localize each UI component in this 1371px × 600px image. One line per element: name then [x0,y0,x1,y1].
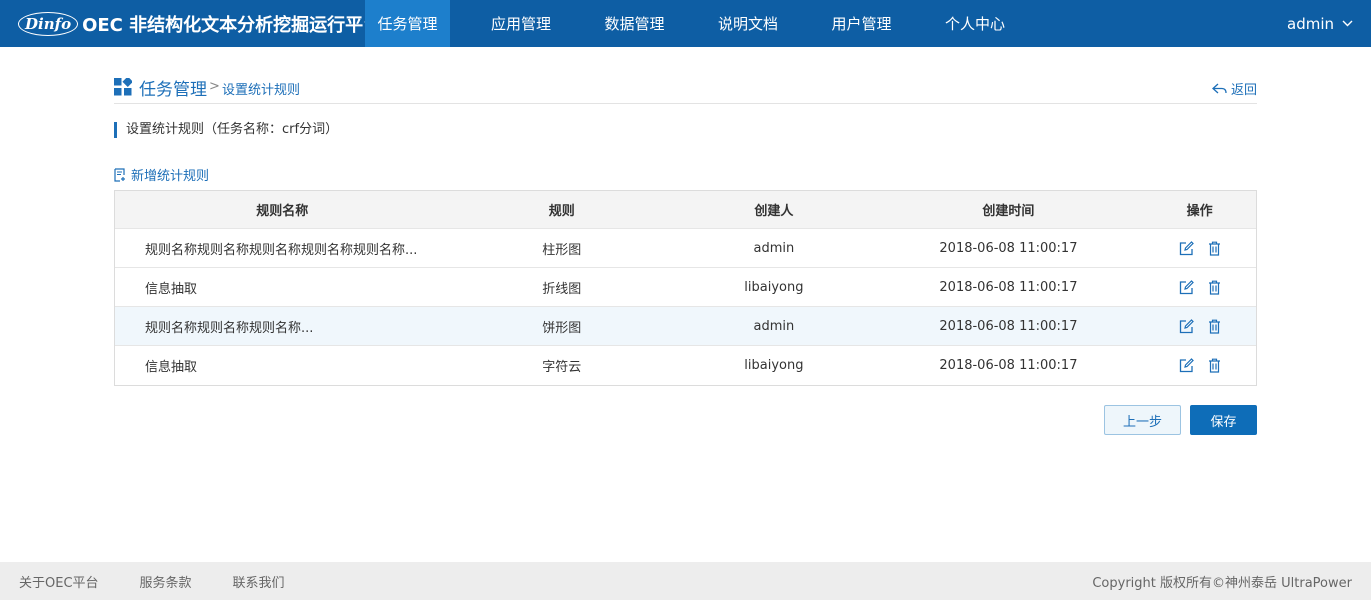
dinfo-logo: Dinfo [18,12,79,36]
cell-rule-name: 信息抽取 [145,360,198,375]
username: admin [1287,14,1334,33]
rules-table: 规则名称 规则 创建人 创建时间 操作 规则名称规则名称规则名称规则名称规则名称… [114,190,1257,386]
back-label: 返回 [1230,83,1257,98]
page-footer: 关于OEC平台 服务条款 联系我们 Copyright 版权所有©神州泰岳 Ul… [0,562,1371,600]
cell-actions [1143,240,1256,256]
edit-icon[interactable] [1179,358,1194,373]
cell-rule-type: 折线图 [542,281,582,297]
col-header-rule: 规则 [548,204,575,219]
top-header: Dinfo OEC 非结构化文本分析挖掘运行平台 任务管理 应用管理 数据管理 … [0,0,1371,47]
col-header-creator: 创建人 [754,204,794,219]
trash-icon[interactable] [1208,241,1221,256]
nav-item-task-management[interactable]: 任务管理 [365,0,450,47]
trash-icon[interactable] [1208,280,1221,295]
nav-item-docs[interactable]: 说明文档 [706,0,791,47]
trash-icon[interactable] [1208,358,1221,373]
edit-icon[interactable] [1179,279,1194,295]
app-title: OEC 非结构化文本分析挖掘运行平台 [82,15,382,36]
copyright-text: Copyright 版权所有©神州泰岳 UltraPower [1092,575,1352,591]
cell-creator: admin [753,240,795,256]
trash-icon[interactable] [1208,319,1221,334]
page-title-row: 任务管理 > 设置统计规则 返回 [114,74,1257,104]
cell-rule-type: 饼形图 [542,320,582,336]
table-row: 信息抽取 折线图 libaiyong 2018-06-08 11:00:17 [115,268,1256,307]
table-header: 规则名称 规则 创建人 创建时间 操作 [115,191,1256,229]
main-nav: 任务管理 应用管理 数据管理 说明文档 用户管理 个人中心 [365,0,1046,47]
brand[interactable]: Dinfo OEC 非结构化文本分析挖掘运行平台 [18,8,381,40]
add-rule-button[interactable]: 新增统计规则 [114,165,209,184]
cell-actions [1143,358,1256,373]
edit-icon[interactable] [1179,318,1194,334]
col-header-time: 创建时间 [982,204,1035,219]
user-menu[interactable]: admin [1287,0,1353,47]
table-row: 规则名称规则名称规则名称规则名称规则名称... 柱形图 admin 2018-0… [115,229,1256,268]
add-document-icon [114,167,125,182]
add-rule-label: 新增统计规则 [131,169,210,184]
nav-item-personal-center[interactable]: 个人中心 [933,0,1018,47]
footer-links: 关于OEC平台 服务条款 联系我们 [19,562,326,600]
prev-step-button[interactable]: 上一步 [1104,405,1181,435]
col-header-name: 规则名称 [256,204,309,219]
cell-actions [1143,318,1256,334]
breadcrumb-separator: > [209,79,220,94]
cell-rule-name: 信息抽取 [145,281,198,297]
table-row: 信息抽取 字符云 libaiyong 2018-06-08 11:00:17 [115,346,1256,385]
table-row: 规则名称规则名称规则名称... 饼形图 admin 2018-06-08 11:… [115,307,1256,346]
section-title: 设置统计规则（任务名称：crf分词） [114,122,338,138]
cell-created-time: 2018-06-08 11:00:17 [939,358,1078,373]
cell-actions [1143,279,1256,295]
cell-creator: libaiyong [744,358,804,373]
cell-created-time: 2018-06-08 11:00:17 [939,279,1078,295]
nav-item-data-management[interactable]: 数据管理 [592,0,677,47]
col-header-actions: 操作 [1186,204,1213,219]
cell-rule-name: 规则名称规则名称规则名称... [145,320,314,336]
nav-item-user-management[interactable]: 用户管理 [819,0,904,47]
breadcrumb-main[interactable]: 任务管理 [139,75,207,100]
cell-created-time: 2018-06-08 11:00:17 [939,318,1078,334]
cell-rule-name: 规则名称规则名称规则名称规则名称规则名称... [145,242,418,258]
footer-link-contact[interactable]: 联系我们 [233,572,285,591]
cell-rule-type: 字符云 [542,360,582,375]
footer-link-terms[interactable]: 服务条款 [140,572,192,591]
save-button[interactable]: 保存 [1190,405,1257,435]
footer-link-about[interactable]: 关于OEC平台 [19,572,99,591]
cell-creator: libaiyong [744,279,804,295]
cell-creator: admin [753,318,795,334]
back-arrow-icon [1212,83,1227,93]
cell-created-time: 2018-06-08 11:00:17 [939,240,1078,256]
back-link[interactable]: 返回 [1212,79,1257,98]
breadcrumb-current: 设置统计规则 [222,83,301,98]
chevron-down-icon [1342,20,1353,27]
edit-icon[interactable] [1179,240,1194,256]
dashboard-grid-icon [114,78,132,96]
nav-item-app-management[interactable]: 应用管理 [479,0,564,47]
cell-rule-type: 柱形图 [542,242,582,258]
